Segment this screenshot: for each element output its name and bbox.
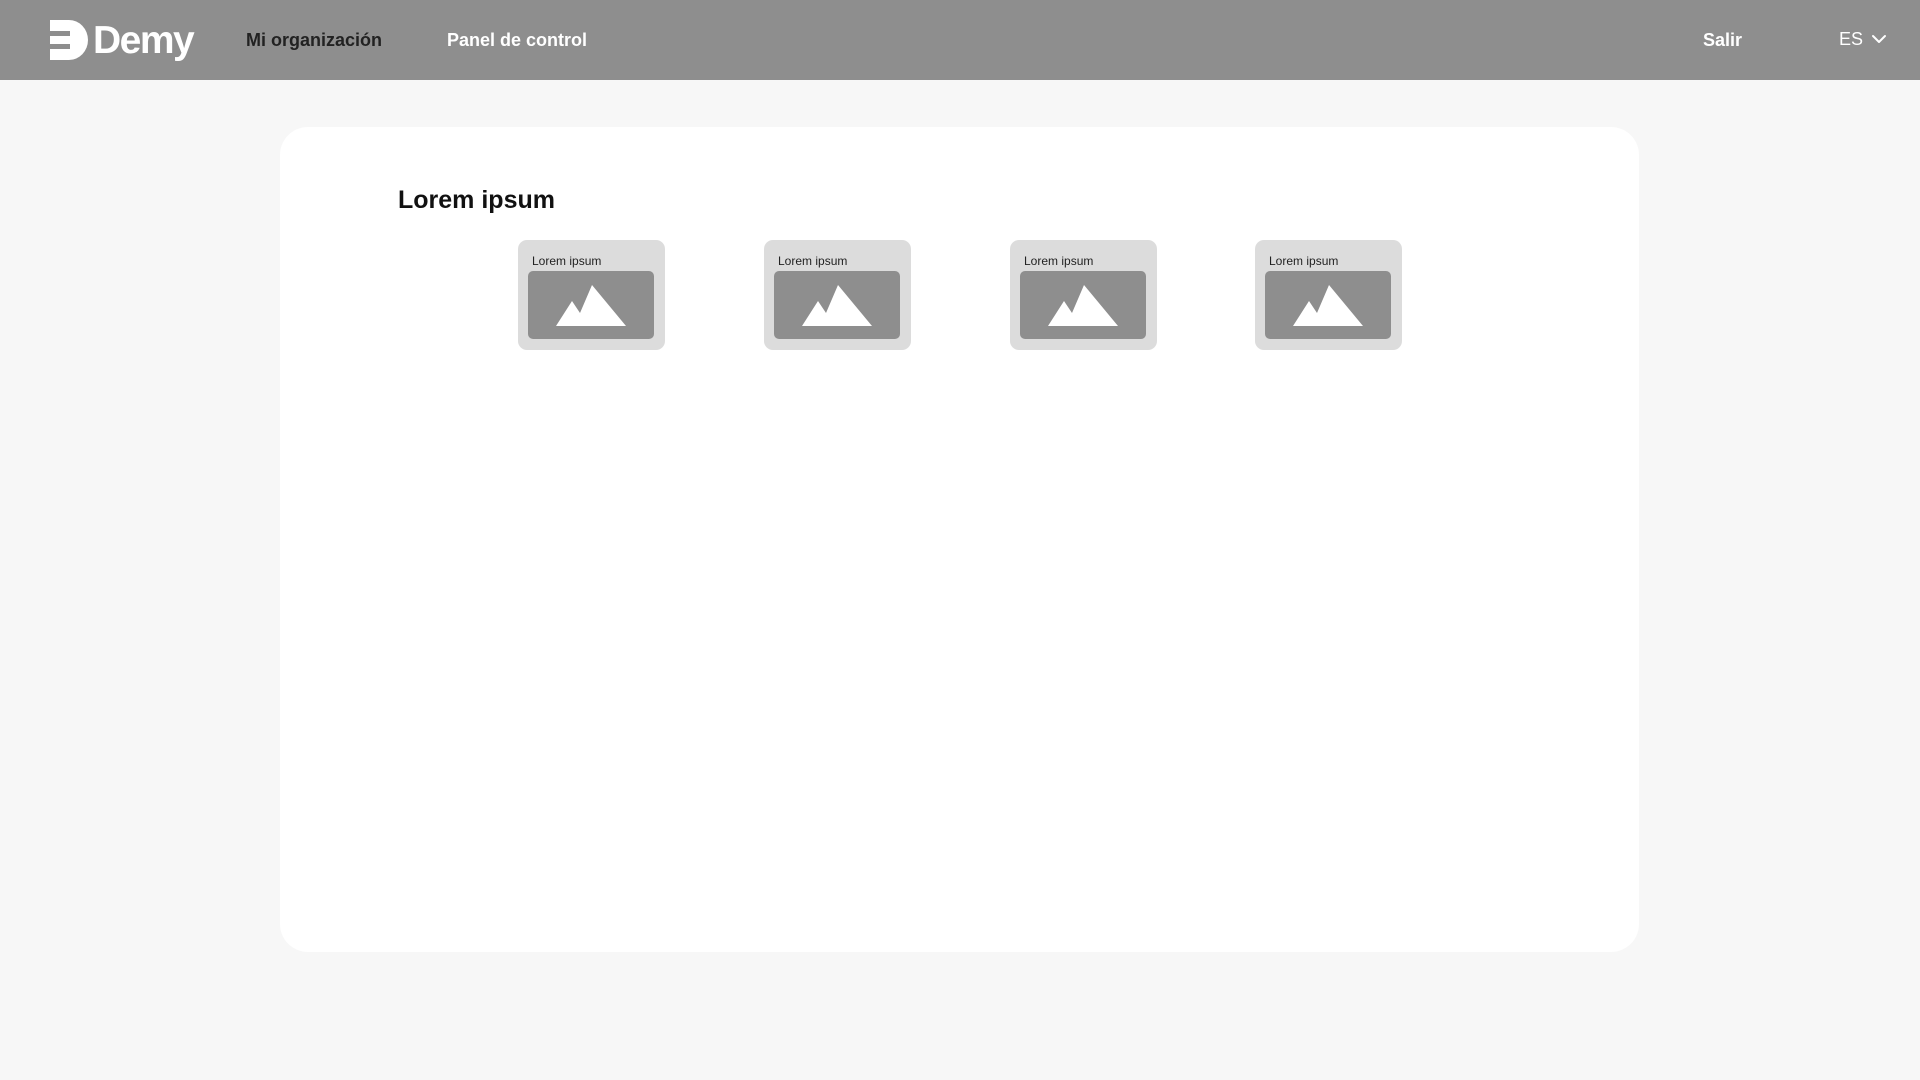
image-placeholder-icon — [774, 271, 900, 339]
tile-label: Lorem ipsum — [1024, 254, 1094, 268]
image-placeholder-icon — [1265, 271, 1391, 339]
top-navigation-bar: Demy Mi organización Panel de control Sa… — [0, 0, 1920, 80]
tile-label: Lorem ipsum — [532, 254, 602, 268]
image-placeholder-icon — [1020, 271, 1146, 339]
image-placeholder-icon — [528, 271, 654, 339]
image-tile[interactable]: Lorem ipsum — [1010, 240, 1157, 350]
logout-link[interactable]: Salir — [1703, 30, 1742, 50]
content-card — [280, 127, 1639, 952]
image-tile[interactable]: Lorem ipsum — [518, 240, 665, 350]
tile-label: Lorem ipsum — [1269, 254, 1339, 268]
image-tile[interactable]: Lorem ipsum — [764, 240, 911, 350]
demy-logo[interactable]: Demy — [50, 18, 195, 62]
nav-item-panel-de-control[interactable]: Panel de control — [447, 30, 587, 50]
image-tile[interactable]: Lorem ipsum — [1255, 240, 1402, 350]
language-code: ES — [1839, 29, 1864, 49]
nav-item-mi-organizacion[interactable]: Mi organización — [246, 30, 382, 50]
section-title: Lorem ipsum — [398, 186, 555, 214]
brand-name: Demy — [93, 18, 195, 62]
chevron-down-icon — [1872, 35, 1887, 43]
language-selector[interactable]: ES — [1839, 29, 1887, 49]
demy-logo-icon — [50, 20, 88, 60]
tile-label: Lorem ipsum — [778, 254, 848, 268]
